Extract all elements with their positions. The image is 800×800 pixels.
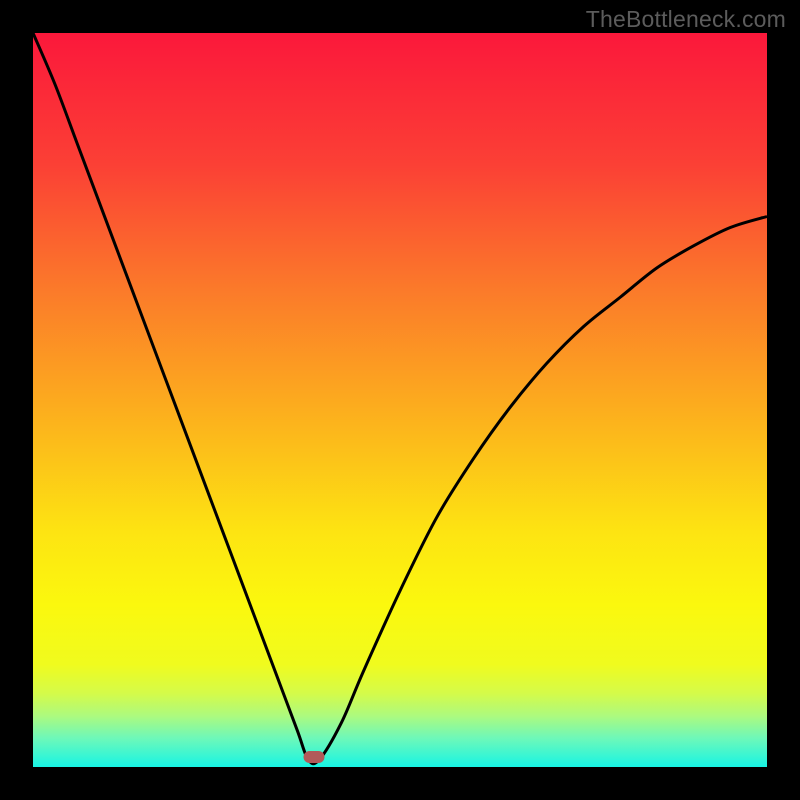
chart-svg: [33, 33, 767, 767]
watermark-text: TheBottleneck.com: [586, 6, 786, 33]
chart-frame: TheBottleneck.com: [0, 0, 800, 800]
bottleneck-curve: [33, 33, 767, 764]
optimal-point-marker: [304, 751, 325, 763]
